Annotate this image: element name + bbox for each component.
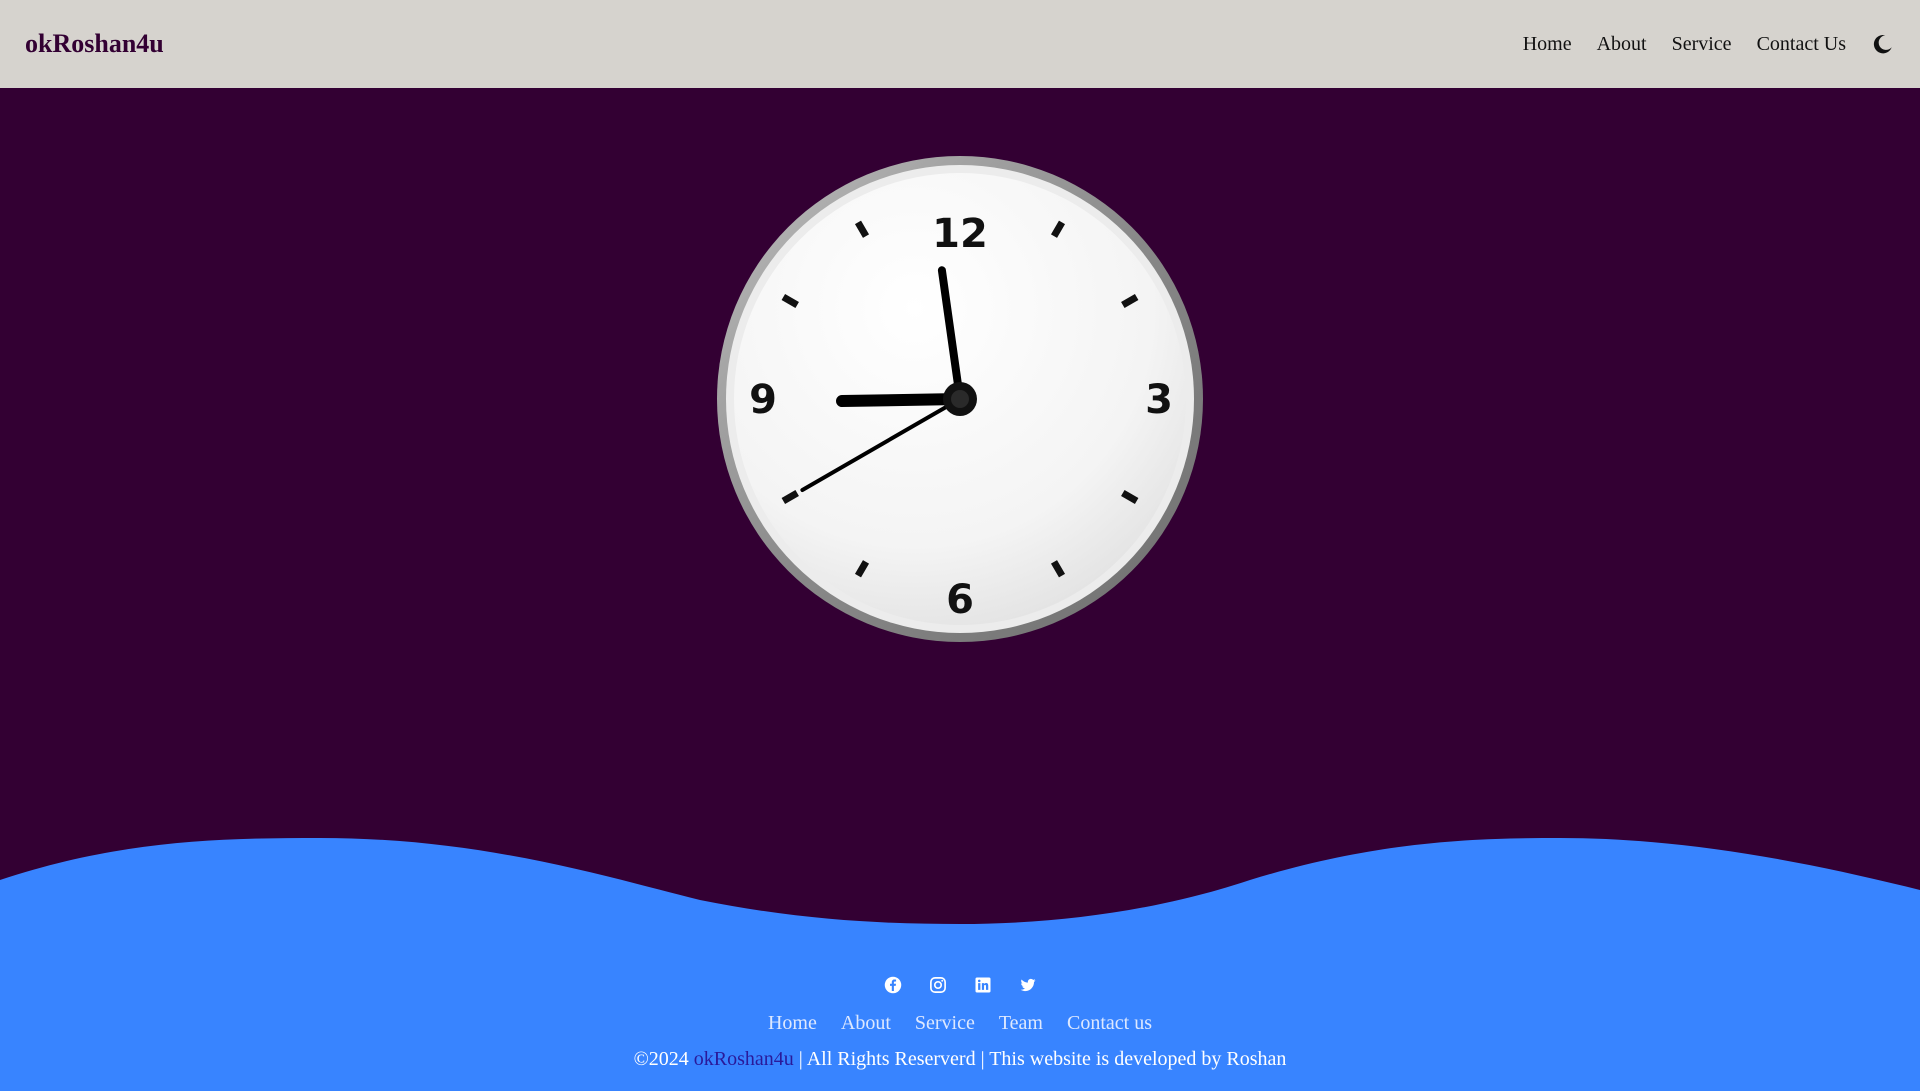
linkedin-icon[interactable] [973, 975, 993, 995]
navbar: okRoshan4u Home About Service Contact Us [0, 0, 1920, 88]
nav-service-link[interactable]: Service [1672, 33, 1732, 56]
footer-contact-link[interactable]: Contact us [1067, 1012, 1152, 1035]
nav-links: Home About Service Contact Us [1498, 32, 1895, 56]
nav-home-link[interactable]: Home [1523, 33, 1572, 56]
footer-about-link[interactable]: About [841, 1012, 891, 1035]
footer-links: Home About Service Team Contact us [0, 1012, 1920, 1035]
footer-service-link[interactable]: Service [915, 1012, 975, 1035]
numeral-9: 9 [749, 377, 777, 423]
hour-hand [836, 393, 966, 408]
copyright: ©2024 okRoshan4u | All Rights Reserverd … [0, 1048, 1920, 1071]
numeral-12: 12 [932, 211, 988, 257]
analog-clock: 12 3 6 9 [717, 156, 1203, 642]
brand-logo[interactable]: okRoshan4u [25, 29, 164, 59]
numeral-6: 6 [946, 577, 974, 623]
copyright-year: ©2024 [633, 1048, 689, 1070]
social-icons [0, 975, 1920, 995]
copyright-brand-link[interactable]: okRoshan4u [694, 1048, 794, 1070]
facebook-icon[interactable] [883, 975, 903, 995]
footer-team-link[interactable]: Team [999, 1012, 1043, 1035]
nav-contact-link[interactable]: Contact Us [1757, 33, 1846, 56]
moon-icon[interactable] [1871, 32, 1895, 56]
copyright-text: | All Rights Reserverd | This website is… [798, 1048, 1287, 1070]
numeral-3: 3 [1145, 377, 1173, 423]
footer-wave [0, 838, 1920, 940]
twitter-icon[interactable] [1018, 975, 1038, 995]
instagram-icon[interactable] [928, 975, 948, 995]
clock-center-dot [951, 390, 969, 408]
footer-home-link[interactable]: Home [768, 1012, 817, 1035]
nav-about-link[interactable]: About [1597, 33, 1647, 56]
